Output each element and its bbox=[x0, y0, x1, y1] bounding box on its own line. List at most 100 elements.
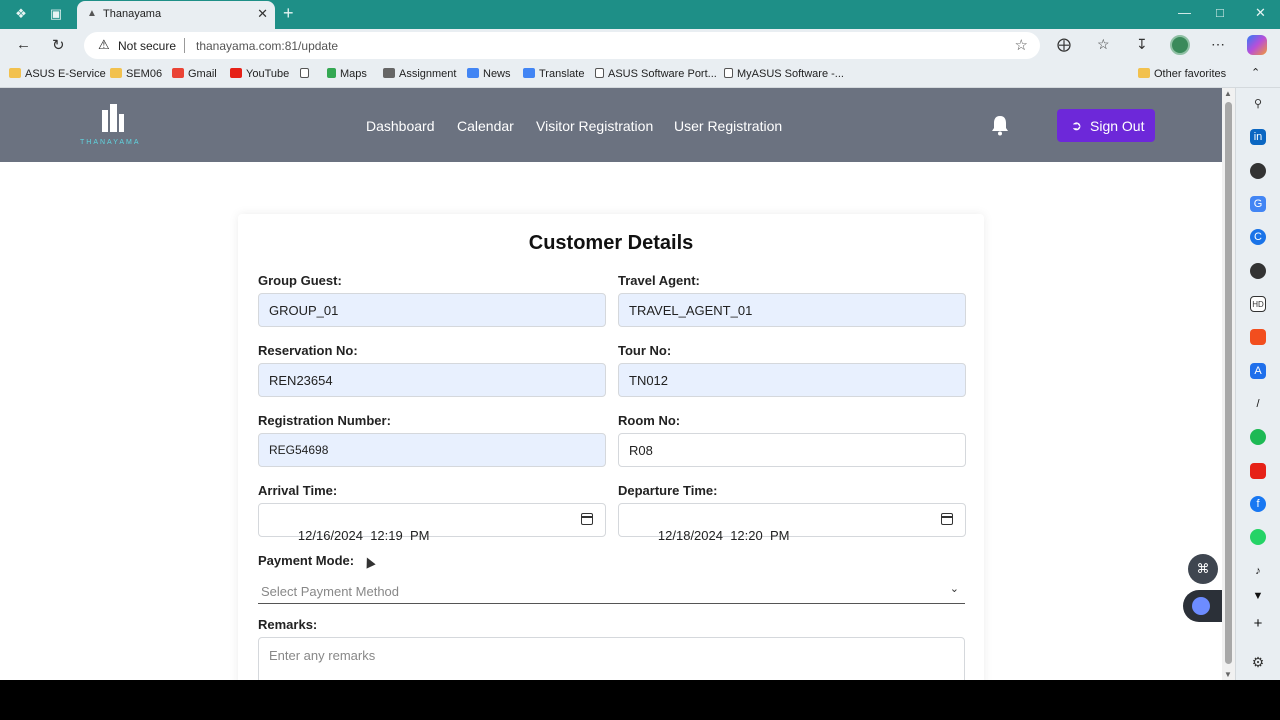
youtube-icon[interactable] bbox=[1250, 463, 1266, 479]
favorite-star-icon[interactable]: ☆ bbox=[1015, 36, 1028, 54]
nav-visitor-registration[interactable]: Visitor Registration bbox=[536, 118, 653, 134]
extensions-icon[interactable]: ⨁ bbox=[1057, 36, 1071, 53]
tab-actions-icon[interactable]: ▣ bbox=[46, 5, 66, 23]
reservation-no-label: Reservation No: bbox=[258, 343, 358, 358]
bookmark-page[interactable] bbox=[300, 68, 313, 80]
tab-title: Thanayama bbox=[103, 8, 162, 20]
bookmarks-bar: ASUS E-Service SEM06 Gmail YouTube Maps … bbox=[0, 62, 1280, 88]
arrival-time-label: Arrival Time: bbox=[258, 483, 338, 498]
payment-mode-label: Payment Mode: bbox=[258, 553, 355, 568]
copilot-icon[interactable] bbox=[1247, 35, 1267, 55]
maximize-icon[interactable]: □ bbox=[1216, 5, 1224, 20]
hd-icon[interactable]: HD bbox=[1250, 296, 1266, 312]
nav-calendar[interactable]: Calendar bbox=[457, 118, 514, 134]
tab-favicon-icon: ▲ bbox=[87, 8, 97, 19]
departure-time-field[interactable]: 12/18/2024 12:20 PM bbox=[618, 503, 966, 543]
group-guest-field[interactable]: GROUP_01 bbox=[258, 293, 606, 327]
scroll-down-icon[interactable]: ▼ bbox=[1224, 670, 1232, 679]
settings-gear-icon[interactable]: ⚙ bbox=[1250, 654, 1266, 670]
screen: ❖ ▣ ▲ Thanayama ✕ + — □ ✕ ← ↻ ⚠ Not secu… bbox=[0, 0, 1280, 680]
not-secure-label[interactable]: Not secure bbox=[118, 39, 176, 53]
bookmark-sem06[interactable]: SEM06 bbox=[110, 68, 162, 80]
reservation-no-field[interactable]: REN23654 bbox=[258, 363, 606, 397]
url-text[interactable]: thanayama.com:81/update bbox=[196, 39, 338, 53]
arrival-time-value: 12/16/2024 12:19 PM bbox=[297, 528, 430, 543]
profile-avatar[interactable] bbox=[1170, 35, 1190, 55]
bell-icon[interactable] bbox=[990, 114, 1010, 136]
back-icon[interactable]: ← bbox=[16, 36, 31, 53]
sidebar-add-icon[interactable]: + bbox=[1250, 616, 1266, 632]
nav-dashboard[interactable]: Dashboard bbox=[366, 118, 435, 134]
bookmark-translate[interactable]: Translate bbox=[523, 68, 584, 80]
room-no-field[interactable]: R08 bbox=[618, 433, 966, 467]
remarks-label: Remarks: bbox=[258, 617, 318, 632]
chevron-down-icon: ⌄ bbox=[949, 583, 959, 595]
scroll-up-icon[interactable]: ▲ bbox=[1224, 89, 1232, 98]
sign-out-label: Sign Out bbox=[1090, 118, 1145, 134]
address-bar[interactable]: ⚠ Not secure thanayama.com:81/update ☆ bbox=[84, 32, 1040, 59]
bookmark-assignment[interactable]: Assignment bbox=[383, 68, 456, 80]
assignment-icon bbox=[383, 68, 395, 78]
favorites-icon[interactable]: ☆ bbox=[1097, 36, 1110, 53]
remarks-textarea[interactable]: Enter any remarks bbox=[258, 637, 965, 680]
github-icon[interactable] bbox=[1250, 163, 1266, 179]
bookmark-maps[interactable]: Maps bbox=[327, 68, 367, 80]
payment-mode-select[interactable]: Select Payment Method ⌄ bbox=[258, 578, 965, 604]
workspaces-icon[interactable]: ❖ bbox=[11, 5, 31, 23]
slash-icon[interactable]: / bbox=[1250, 396, 1266, 412]
bookmark-news[interactable]: News bbox=[467, 68, 511, 80]
bookmark-myasus[interactable]: MyASUS Software -... bbox=[724, 68, 844, 80]
youtube-icon bbox=[230, 68, 242, 78]
travel-agent-field[interactable]: TRAVEL_AGENT_01 bbox=[618, 293, 966, 327]
sign-out-icon: ➲ bbox=[1071, 118, 1082, 133]
scroll-thumb[interactable] bbox=[1225, 102, 1232, 664]
minimize-icon[interactable]: — bbox=[1178, 5, 1191, 20]
thanayama-logo[interactable]: THANAYAMA bbox=[80, 102, 140, 146]
customer-details-card: Customer Details Group Guest: GROUP_01 T… bbox=[238, 214, 984, 680]
folder-icon bbox=[9, 68, 21, 78]
azure-icon[interactable]: A bbox=[1250, 363, 1266, 379]
gmail-icon bbox=[172, 68, 184, 78]
calendar-icon[interactable] bbox=[941, 513, 953, 525]
collapse-bar-icon[interactable]: ⌃ bbox=[1251, 66, 1260, 79]
facebook-icon[interactable]: f bbox=[1250, 496, 1266, 512]
browser-tab[interactable]: ▲ Thanayama ✕ bbox=[77, 1, 275, 29]
app-header: THANAYAMA Dashboard Calendar Visitor Reg… bbox=[0, 88, 1222, 162]
arrival-time-field[interactable]: 12/16/2024 12:19 PM bbox=[258, 503, 606, 543]
sign-out-button[interactable]: ➲ Sign Out bbox=[1057, 109, 1155, 142]
more-menu-icon[interactable]: ⋯ bbox=[1211, 36, 1225, 53]
page-title: Customer Details bbox=[528, 232, 694, 254]
translate-icon[interactable]: G bbox=[1250, 196, 1266, 212]
figma-icon[interactable] bbox=[1250, 329, 1266, 345]
bookmark-asus-eservice[interactable]: ASUS E-Service bbox=[9, 68, 106, 80]
bookmark-gmail[interactable]: Gmail bbox=[172, 68, 217, 80]
address-separator bbox=[184, 38, 185, 53]
downloads-icon[interactable]: ↧ bbox=[1136, 36, 1148, 53]
calendar-icon[interactable] bbox=[581, 513, 593, 525]
tiktok-icon[interactable]: ♪ bbox=[1250, 563, 1266, 579]
tab-close-icon[interactable]: ✕ bbox=[257, 6, 268, 22]
whatsapp-icon[interactable] bbox=[1250, 529, 1266, 545]
linkedin-icon[interactable]: in bbox=[1250, 129, 1266, 145]
nav-user-registration[interactable]: User Registration bbox=[674, 118, 782, 134]
tour-no-field[interactable]: TN012 bbox=[618, 363, 966, 397]
window-close-icon[interactable]: ✕ bbox=[1255, 5, 1266, 21]
bookmark-youtube[interactable]: YouTube bbox=[230, 68, 289, 80]
sidebar-more-icon[interactable]: ▼ bbox=[1250, 588, 1266, 604]
page-scrollbar[interactable]: ▲ ▼ bbox=[1222, 88, 1235, 680]
other-favorites[interactable]: Other favorites bbox=[1138, 68, 1226, 80]
new-tab-button[interactable]: + bbox=[283, 3, 294, 24]
chatbot-button[interactable] bbox=[1183, 590, 1222, 622]
spotify-icon[interactable] bbox=[1250, 429, 1266, 445]
registration-number-field[interactable]: REG54698 bbox=[258, 433, 606, 467]
page-icon bbox=[300, 68, 309, 78]
chatgpt-icon[interactable] bbox=[1250, 263, 1266, 279]
refresh-icon[interactable]: ↻ bbox=[52, 36, 65, 54]
c-app-icon[interactable]: C bbox=[1250, 229, 1266, 245]
bookmark-asus-software[interactable]: ASUS Software Port... bbox=[595, 68, 717, 80]
travel-agent-label: Travel Agent: bbox=[618, 273, 700, 288]
search-icon[interactable]: ⚲ bbox=[1250, 96, 1266, 112]
warning-icon[interactable]: ⚠ bbox=[98, 37, 110, 53]
apps-grid-icon[interactable]: ⌘ bbox=[1188, 554, 1218, 584]
folder-icon bbox=[1138, 68, 1150, 78]
